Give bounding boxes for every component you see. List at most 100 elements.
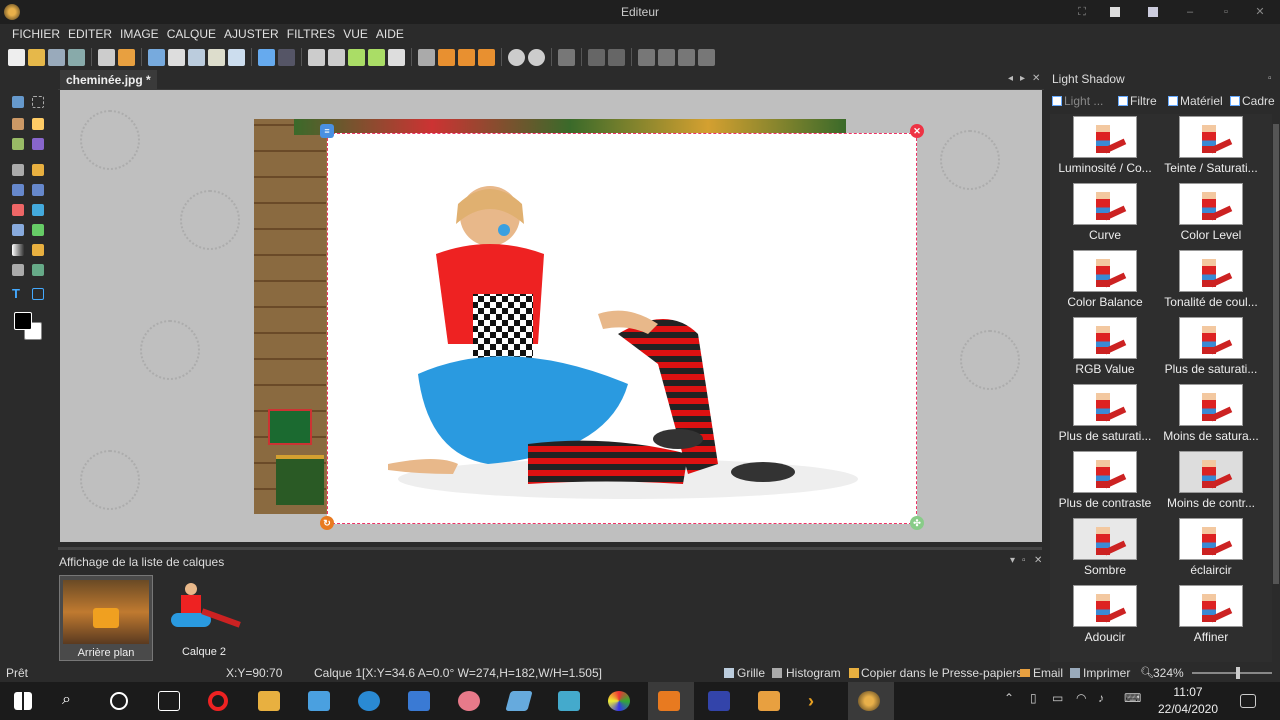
flip-vertical-icon[interactable] bbox=[308, 48, 325, 66]
new-file-icon[interactable] bbox=[8, 48, 25, 66]
copy-icon[interactable] bbox=[188, 48, 205, 66]
effects-scrollbar[interactable] bbox=[1272, 114, 1280, 662]
store-icon[interactable] bbox=[308, 691, 330, 711]
align-left-icon[interactable] bbox=[638, 48, 655, 66]
layer-item[interactable]: Arrière plan bbox=[59, 575, 153, 661]
effect-tile[interactable]: éclaircir bbox=[1156, 518, 1266, 584]
effect-tile[interactable]: Plus de saturati... bbox=[1050, 384, 1160, 450]
resize-icon[interactable]: ✣ bbox=[910, 516, 924, 530]
align-center-icon[interactable] bbox=[658, 48, 675, 66]
document-tab[interactable]: cheminée.jpg * bbox=[60, 70, 157, 90]
effect-tile[interactable]: Curve bbox=[1050, 183, 1160, 249]
skin-icon[interactable] bbox=[1148, 7, 1158, 17]
eyedropper-icon[interactable] bbox=[32, 224, 44, 236]
selected-layer[interactable] bbox=[327, 133, 917, 524]
paste-new-icon[interactable] bbox=[228, 48, 245, 66]
tab-materiel[interactable]: Matériel bbox=[1166, 94, 1223, 108]
pen-app-icon[interactable] bbox=[505, 691, 533, 711]
print-icon[interactable] bbox=[98, 48, 115, 66]
rotate-left-icon[interactable] bbox=[348, 48, 365, 66]
pan-icon[interactable] bbox=[558, 48, 575, 66]
paste-icon[interactable] bbox=[208, 48, 225, 66]
stamp-icon[interactable] bbox=[32, 244, 44, 256]
crop-icon[interactable] bbox=[418, 48, 435, 66]
video-app-icon[interactable] bbox=[758, 691, 780, 711]
line-icon[interactable] bbox=[12, 184, 24, 196]
photos-app-icon[interactable] bbox=[558, 691, 580, 711]
photo-editor-icon[interactable] bbox=[858, 691, 880, 711]
tray-up-icon[interactable]: ⌃ bbox=[1004, 691, 1026, 711]
rect-select-icon[interactable] bbox=[32, 96, 44, 108]
scrollbar-thumb[interactable] bbox=[1273, 124, 1279, 584]
tab-cadre[interactable]: Cadre bbox=[1228, 94, 1275, 108]
effect-tile[interactable]: Color Balance bbox=[1050, 250, 1160, 316]
zoom-slider-handle[interactable] bbox=[1236, 667, 1240, 679]
free-rotate-icon[interactable] bbox=[388, 48, 405, 66]
grid-button[interactable]: Grille bbox=[737, 666, 765, 680]
menu-vue[interactable]: VUE bbox=[339, 27, 372, 41]
pencil-icon[interactable] bbox=[32, 164, 44, 176]
text-tool-icon[interactable]: T bbox=[12, 287, 24, 300]
restore-icon[interactable]: ▫ bbox=[1218, 4, 1234, 20]
foreground-color-swatch[interactable] bbox=[14, 312, 32, 330]
layer-item[interactable]: Calque 2 bbox=[157, 575, 251, 661]
open-folder-icon[interactable] bbox=[28, 48, 45, 66]
volume-icon[interactable]: ♪ bbox=[1098, 691, 1120, 711]
actual-size-icon[interactable] bbox=[608, 48, 625, 66]
eraser-icon[interactable] bbox=[12, 204, 24, 216]
panel-dropdown-icon[interactable]: ▾ bbox=[1010, 555, 1015, 566]
move-tool-icon[interactable] bbox=[12, 96, 24, 108]
wifi-icon[interactable]: ◠ bbox=[1076, 691, 1098, 711]
effect-tile[interactable]: Color Level bbox=[1156, 183, 1266, 249]
effect-tile[interactable]: Plus de saturati... bbox=[1156, 317, 1266, 383]
effect-tile[interactable]: Tonalité de coul... bbox=[1156, 250, 1266, 316]
tab-prev-icon[interactable]: ◂ bbox=[1008, 73, 1013, 84]
zoom-out-icon[interactable] bbox=[528, 48, 545, 66]
menu-image[interactable]: IMAGE bbox=[116, 27, 163, 41]
effect-tile[interactable]: RGB Value bbox=[1050, 317, 1160, 383]
brush-icon[interactable] bbox=[32, 184, 44, 196]
notifications-icon[interactable] bbox=[1240, 694, 1256, 708]
close-window-icon[interactable]: ✕ bbox=[1252, 4, 1268, 20]
magic-wand-icon[interactable] bbox=[32, 118, 44, 130]
grid-icon[interactable] bbox=[438, 48, 455, 66]
save-icon[interactable] bbox=[48, 48, 65, 66]
keyboard-icon[interactable]: ⌨ bbox=[1124, 691, 1146, 711]
save-as-icon[interactable] bbox=[68, 48, 85, 66]
rotate-icon[interactable]: ↻ bbox=[320, 516, 334, 530]
fit-icon[interactable] bbox=[588, 48, 605, 66]
task-view-icon[interactable] bbox=[158, 691, 180, 711]
zoom-slider[interactable] bbox=[1192, 672, 1272, 674]
smudge-icon[interactable] bbox=[12, 264, 24, 276]
print-button[interactable]: Imprimer bbox=[1083, 666, 1130, 680]
layer-menu-icon[interactable]: ≡ bbox=[320, 124, 334, 138]
search-icon[interactable]: ⌕ bbox=[62, 691, 84, 711]
effect-tile[interactable]: Adoucir bbox=[1050, 585, 1160, 651]
battery-icon[interactable]: ▭ bbox=[1052, 691, 1074, 711]
effect-tile[interactable]: Moins de satura... bbox=[1156, 384, 1266, 450]
flip-horizontal-icon[interactable] bbox=[328, 48, 345, 66]
panel-pin-icon[interactable]: ▫ bbox=[1022, 555, 1026, 566]
histogram-button[interactable]: Histogram bbox=[786, 666, 841, 680]
device-icon[interactable]: ▯ bbox=[1030, 691, 1052, 711]
panel-pin-icon[interactable]: ▫ bbox=[1268, 73, 1272, 84]
polygon-select-icon[interactable] bbox=[12, 138, 24, 150]
effect-tile[interactable]: Teinte / Saturati... bbox=[1156, 116, 1266, 182]
pen-icon[interactable] bbox=[12, 164, 24, 176]
copy-clipboard-button[interactable]: Copier dans le Presse-papiers bbox=[861, 666, 1022, 680]
crop-tool-icon[interactable] bbox=[32, 138, 44, 150]
windows-start-icon[interactable] bbox=[14, 692, 32, 710]
grid-snap-icon[interactable] bbox=[458, 48, 475, 66]
cut-icon[interactable] bbox=[168, 48, 185, 66]
align-top-icon[interactable] bbox=[678, 48, 695, 66]
email-icon[interactable] bbox=[118, 48, 135, 66]
clock-date[interactable]: 22/04/2020 bbox=[1150, 702, 1226, 716]
tab-next-icon[interactable]: ▸ bbox=[1020, 73, 1025, 84]
document-app-icon[interactable] bbox=[408, 691, 430, 711]
plex-icon[interactable]: › bbox=[808, 691, 830, 711]
email-button[interactable]: Email bbox=[1033, 666, 1063, 680]
tab-filtre[interactable]: Filtre bbox=[1116, 94, 1157, 108]
tab-light[interactable]: Light ... bbox=[1050, 94, 1103, 108]
file-explorer-icon[interactable] bbox=[258, 691, 280, 711]
fullscreen-icon[interactable]: ⛶ bbox=[1074, 4, 1090, 20]
